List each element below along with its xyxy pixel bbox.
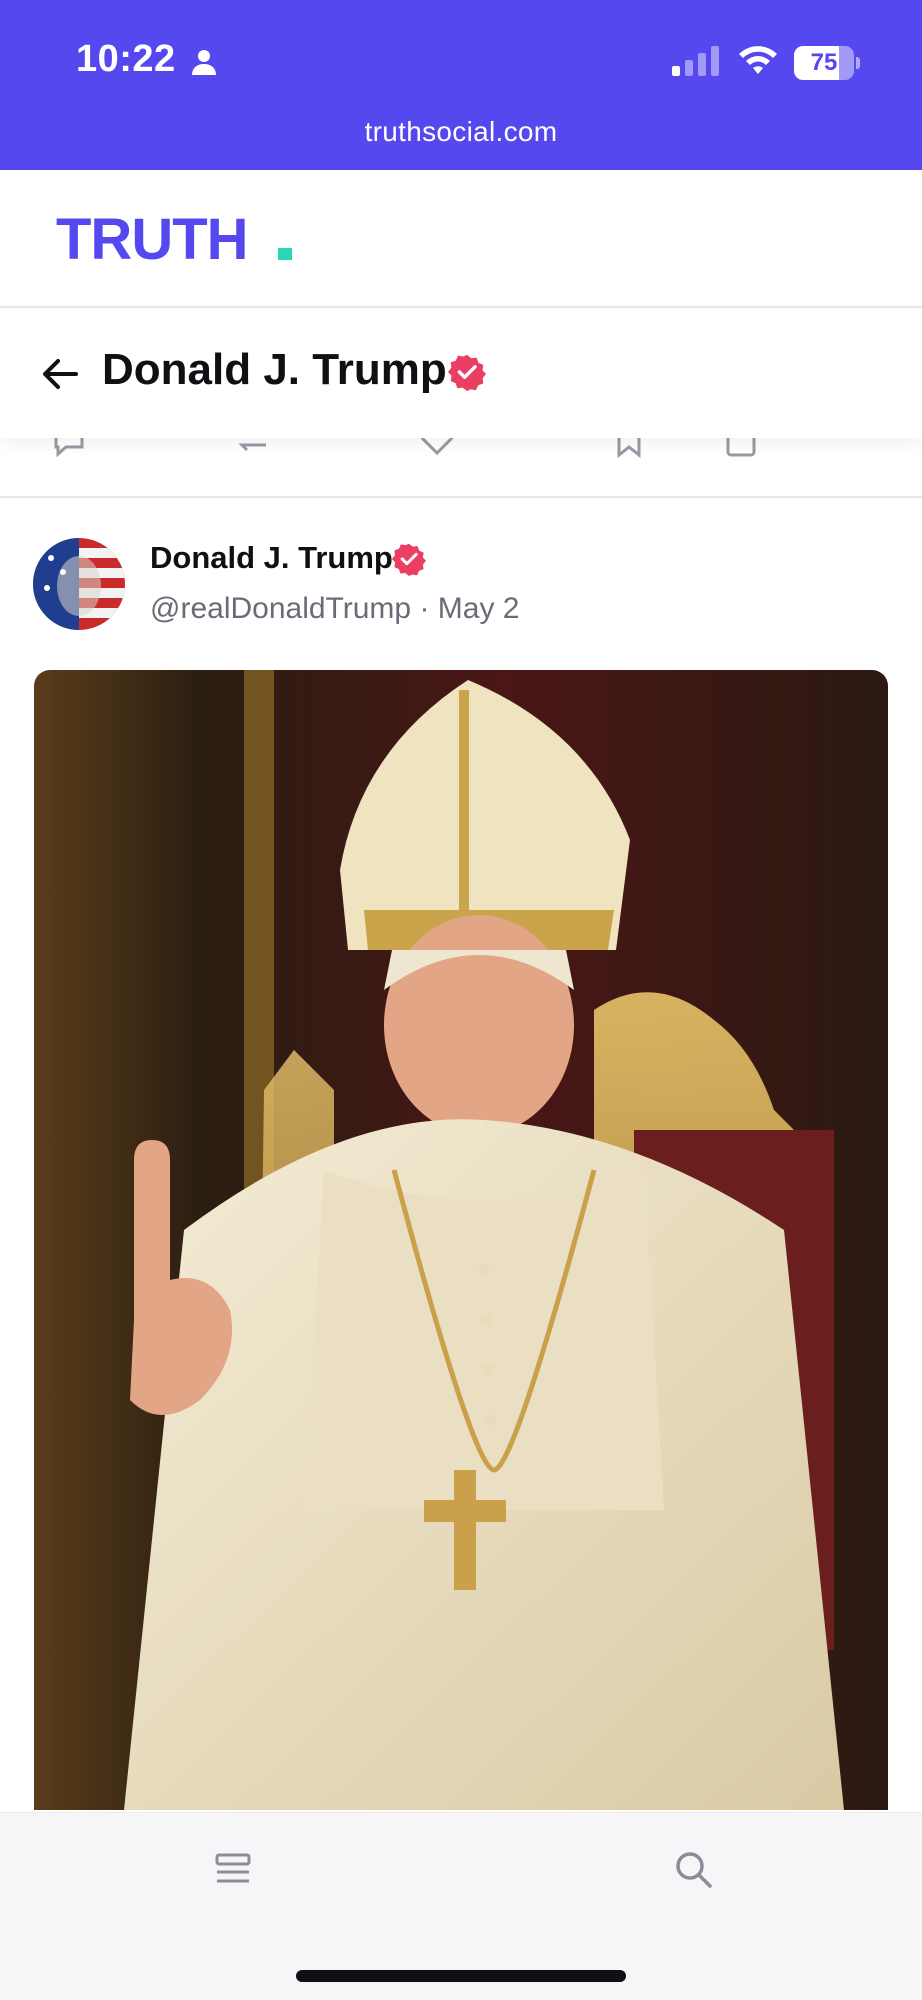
cellular-signal-icon (672, 46, 719, 76)
like-action[interactable] (418, 438, 456, 460)
author-name[interactable]: Donald J. Trump (150, 540, 393, 576)
bookmark-action[interactable] (610, 438, 648, 460)
share-action[interactable] (722, 438, 760, 460)
verified-badge-icon (392, 543, 426, 576)
wifi-icon (739, 46, 777, 74)
bookmark-icon (617, 438, 641, 459)
home-indicator (296, 1970, 626, 1982)
status-time: 10:22 (76, 38, 176, 80)
battery-indicator: 75 (794, 46, 860, 80)
faded-action-row (0, 438, 922, 498)
truth-logo[interactable]: TRUTH (56, 206, 249, 273)
reply-action[interactable] (50, 438, 88, 460)
page-title: Donald J. Trump (102, 345, 447, 394)
logo-dot (278, 248, 292, 260)
feed-icon[interactable] (214, 1850, 252, 1888)
retruth-action[interactable] (232, 438, 270, 460)
heart-icon (420, 438, 454, 456)
post-image[interactable] (34, 670, 888, 1810)
reply-icon (54, 438, 84, 458)
avatar[interactable] (33, 538, 125, 630)
share-icon (726, 438, 756, 457)
battery-level: 75 (810, 49, 838, 76)
search-icon[interactable] (672, 1848, 714, 1890)
person-icon (192, 50, 216, 75)
url-bar[interactable]: truthsocial.com (0, 116, 922, 148)
back-arrow-icon[interactable] (38, 352, 82, 396)
author-handle-and-date[interactable]: @realDonaldTrump · May 2 (150, 592, 519, 626)
verified-badge-icon (448, 354, 486, 391)
retruth-icon (238, 443, 266, 452)
browser-status-bar: 10:22 75 truthsocial.com (0, 0, 922, 170)
